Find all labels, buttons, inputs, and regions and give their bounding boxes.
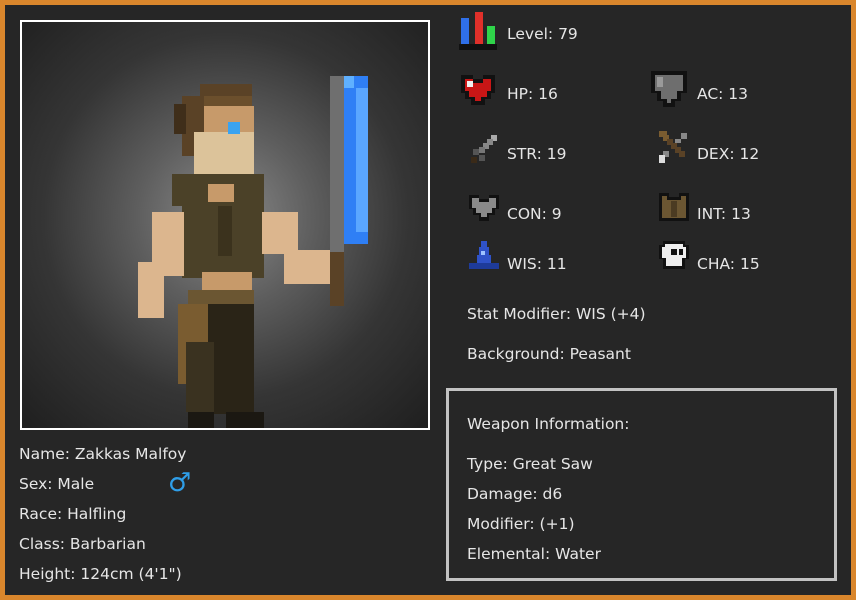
hp-stat: HP: 16 [507,85,558,103]
str-stat: STR: 19 [507,145,567,163]
weapon-damage: Damage: d6 [467,485,563,503]
character-portrait [20,20,430,430]
weapon-elemental: Elemental: Water [467,545,601,563]
crossbow-icon [657,129,691,167]
level-stat: Level: 79 [507,25,578,43]
male-symbol-icon: ♂ [168,468,192,498]
skull-icon [657,239,691,273]
weapon-modifier: Modifier: (+1) [467,515,575,533]
character-sheet-panel: Name: Zakkas Malfoy Sex: Male ♂ Race: Ha… [5,5,851,595]
stat-modifier: Stat Modifier: WIS (+4) [467,305,646,323]
background: Background: Peasant [467,345,631,363]
grey-heart-icon [467,193,501,223]
weapon-type: Type: Great Saw [467,455,593,473]
cha-stat: CHA: 15 [697,255,760,273]
con-stat: CON: 9 [507,205,562,223]
character-class: Class: Barbarian [19,535,146,553]
dex-stat: DEX: 12 [697,145,760,163]
wis-stat: WIS: 11 [507,255,567,273]
character-name: Name: Zakkas Malfoy [19,445,187,463]
ac-stat: AC: 13 [697,85,749,103]
weapon-heading: Weapon Information: [467,415,630,433]
character-sex: Sex: Male [19,475,95,493]
shield-icon [649,69,689,111]
armor-icon [657,191,691,225]
heart-icon [457,71,499,111]
wizard-hat-icon [467,239,501,273]
character-height: Height: 124cm (4'1") [19,565,182,583]
character-sprite [138,76,368,428]
level-bars-icon [457,12,497,50]
sword-icon [467,133,501,167]
character-race: Race: Halfling [19,505,127,523]
int-stat: INT: 13 [697,205,751,223]
